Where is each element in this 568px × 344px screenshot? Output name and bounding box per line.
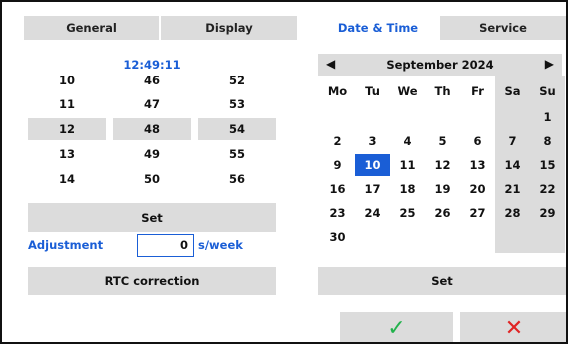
calendar-day[interactable]: 6 xyxy=(460,130,495,152)
calendar-day[interactable]: 25 xyxy=(390,202,425,224)
calendar-day[interactable]: 20 xyxy=(460,178,495,200)
tab-service[interactable]: Service xyxy=(440,16,566,40)
tab-date-time[interactable]: Date & Time xyxy=(318,16,438,40)
second-option[interactable]: 55 xyxy=(198,143,276,165)
next-month-icon[interactable]: ▶ xyxy=(545,57,554,71)
calendar-day[interactable]: 14 xyxy=(495,154,530,176)
minute-option[interactable]: 49 xyxy=(113,143,191,165)
calendar-weekday: Th xyxy=(434,84,451,98)
calendar-day[interactable]: 12 xyxy=(425,154,460,176)
calendar-day[interactable]: 7 xyxy=(495,130,530,152)
calendar-day[interactable]: 13 xyxy=(460,154,495,176)
calendar-month-title: September 2024 xyxy=(386,58,494,72)
calendar-day[interactable]: 27 xyxy=(460,202,495,224)
checkmark-icon: ✓ xyxy=(387,315,406,341)
adjustment-unit: s/week xyxy=(198,238,243,252)
calendar-day[interactable]: 9 xyxy=(320,154,355,176)
calendar-day[interactable]: 15 xyxy=(530,154,565,176)
calendar-day[interactable]: 28 xyxy=(495,202,530,224)
calendar-day[interactable]: 22 xyxy=(530,178,565,200)
calendar-weekday: Sa xyxy=(504,84,521,98)
calendar-day[interactable]: 30 xyxy=(320,226,355,248)
calendar-day[interactable]: 23 xyxy=(320,202,355,224)
calendar-day-selected[interactable]: 10 xyxy=(355,154,390,176)
date-set-button[interactable]: Set xyxy=(318,267,566,295)
second-wheel[interactable]: 52 53 54 55 56 xyxy=(198,76,276,192)
calendar-day[interactable]: 2 xyxy=(320,130,355,152)
second-option[interactable]: 52 xyxy=(198,76,276,91)
adjustment-label: Adjustment xyxy=(28,238,104,252)
calendar-weekday: Mo xyxy=(327,84,348,98)
hour-option[interactable]: 14 xyxy=(28,168,106,190)
calendar-day[interactable]: 11 xyxy=(390,154,425,176)
minute-wheel[interactable]: 46 47 48 49 50 xyxy=(113,76,191,192)
calendar-header: ◀ September 2024 ▶ xyxy=(318,54,562,76)
close-icon: ✕ xyxy=(504,315,524,341)
calendar-day[interactable]: 21 xyxy=(495,178,530,200)
calendar-day[interactable]: 1 xyxy=(530,106,565,128)
calendar-day[interactable]: 4 xyxy=(390,130,425,152)
minute-option[interactable]: 50 xyxy=(113,168,191,190)
calendar-day[interactable]: 16 xyxy=(320,178,355,200)
second-option[interactable]: 56 xyxy=(198,168,276,190)
date-time-dialog: General Display Date & Time Service 12:4… xyxy=(0,0,568,344)
adjustment-input[interactable]: 0 xyxy=(137,234,194,257)
minute-option-selected[interactable]: 48 xyxy=(113,118,191,140)
hour-wheel[interactable]: 10 11 12 13 14 xyxy=(28,76,106,192)
calendar-day[interactable]: 19 xyxy=(425,178,460,200)
calendar-weekday: Su xyxy=(539,84,556,98)
confirm-button[interactable]: ✓ xyxy=(340,312,453,342)
calendar-day[interactable]: 29 xyxy=(530,202,565,224)
hour-option[interactable]: 10 xyxy=(28,76,106,91)
calendar-day[interactable]: 24 xyxy=(355,202,390,224)
second-option[interactable]: 53 xyxy=(198,93,276,115)
calendar-day[interactable]: 5 xyxy=(425,130,460,152)
calendar-day[interactable]: 8 xyxy=(530,130,565,152)
calendar-day[interactable]: 17 xyxy=(355,178,390,200)
calendar-day[interactable]: 26 xyxy=(425,202,460,224)
minute-option[interactable]: 47 xyxy=(113,93,191,115)
rtc-correction-button[interactable]: RTC correction xyxy=(28,267,276,295)
tab-display[interactable]: Display xyxy=(161,16,297,40)
calendar-day[interactable]: 18 xyxy=(390,178,425,200)
minute-option[interactable]: 46 xyxy=(113,76,191,91)
calendar-weekday: Tu xyxy=(365,84,380,98)
calendar-weekday: We xyxy=(397,84,418,98)
second-option-selected[interactable]: 54 xyxy=(198,118,276,140)
tab-general[interactable]: General xyxy=(24,16,159,40)
calendar-day[interactable]: 3 xyxy=(355,130,390,152)
time-set-button[interactable]: Set xyxy=(28,203,276,232)
hour-option[interactable]: 11 xyxy=(28,93,106,115)
time-readout: 12:49:11 xyxy=(123,58,181,72)
cancel-button[interactable]: ✕ xyxy=(460,312,566,342)
calendar-weekday: Fr xyxy=(471,84,484,98)
hour-option[interactable]: 13 xyxy=(28,143,106,165)
hour-option-selected[interactable]: 12 xyxy=(28,118,106,140)
